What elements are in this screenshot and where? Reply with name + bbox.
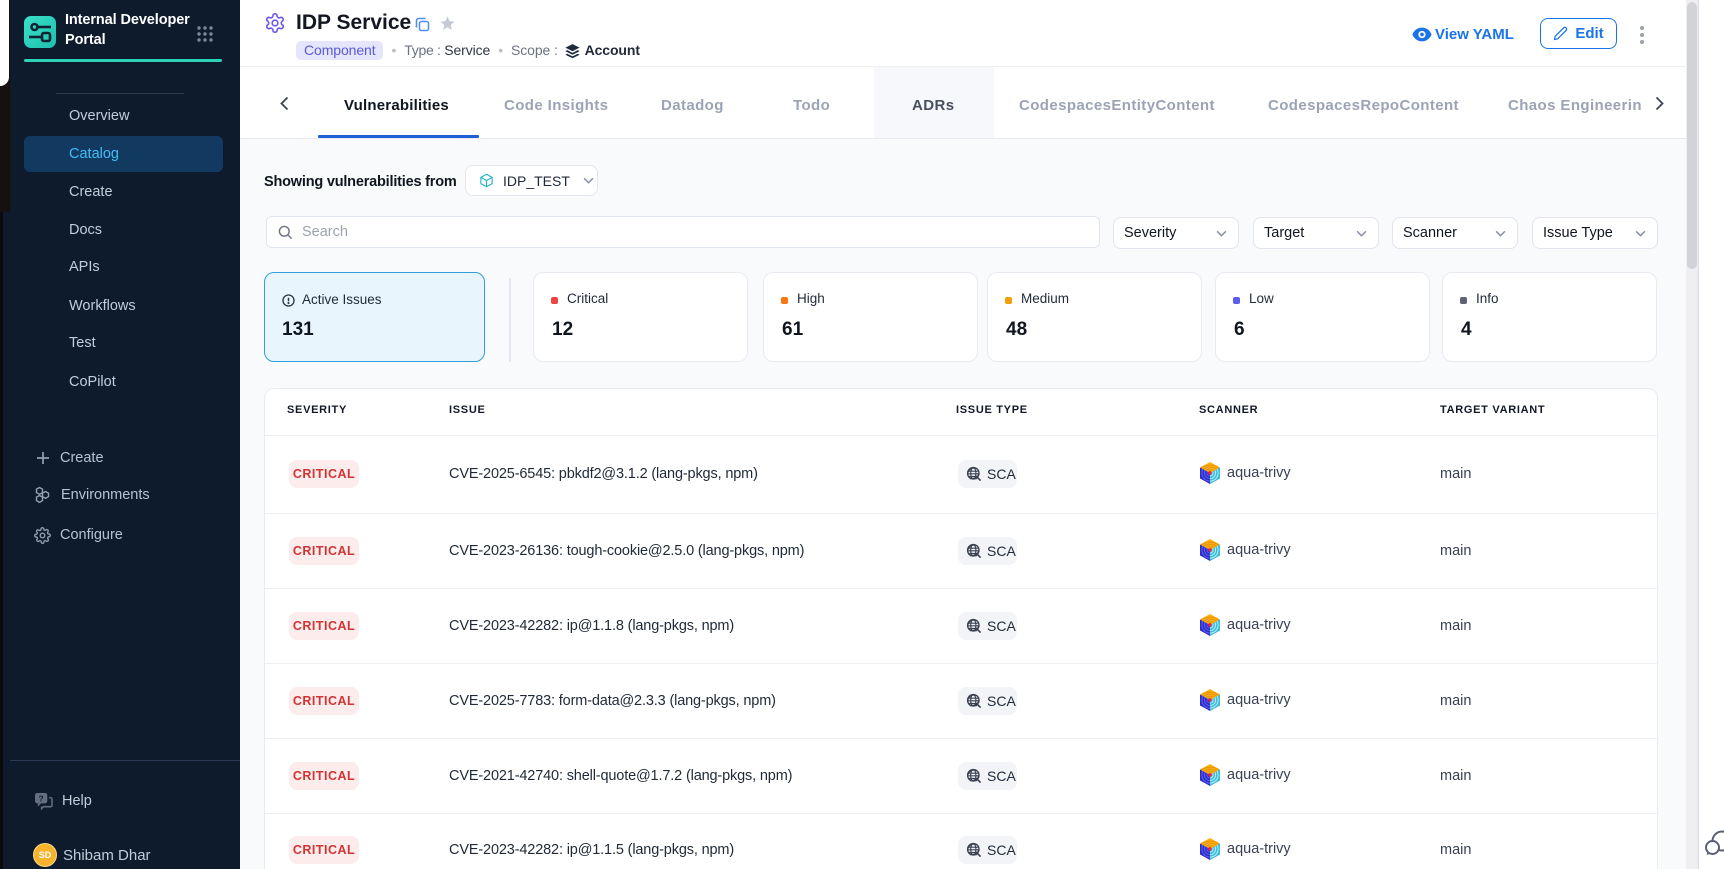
svg-text:?: ?	[39, 793, 44, 803]
